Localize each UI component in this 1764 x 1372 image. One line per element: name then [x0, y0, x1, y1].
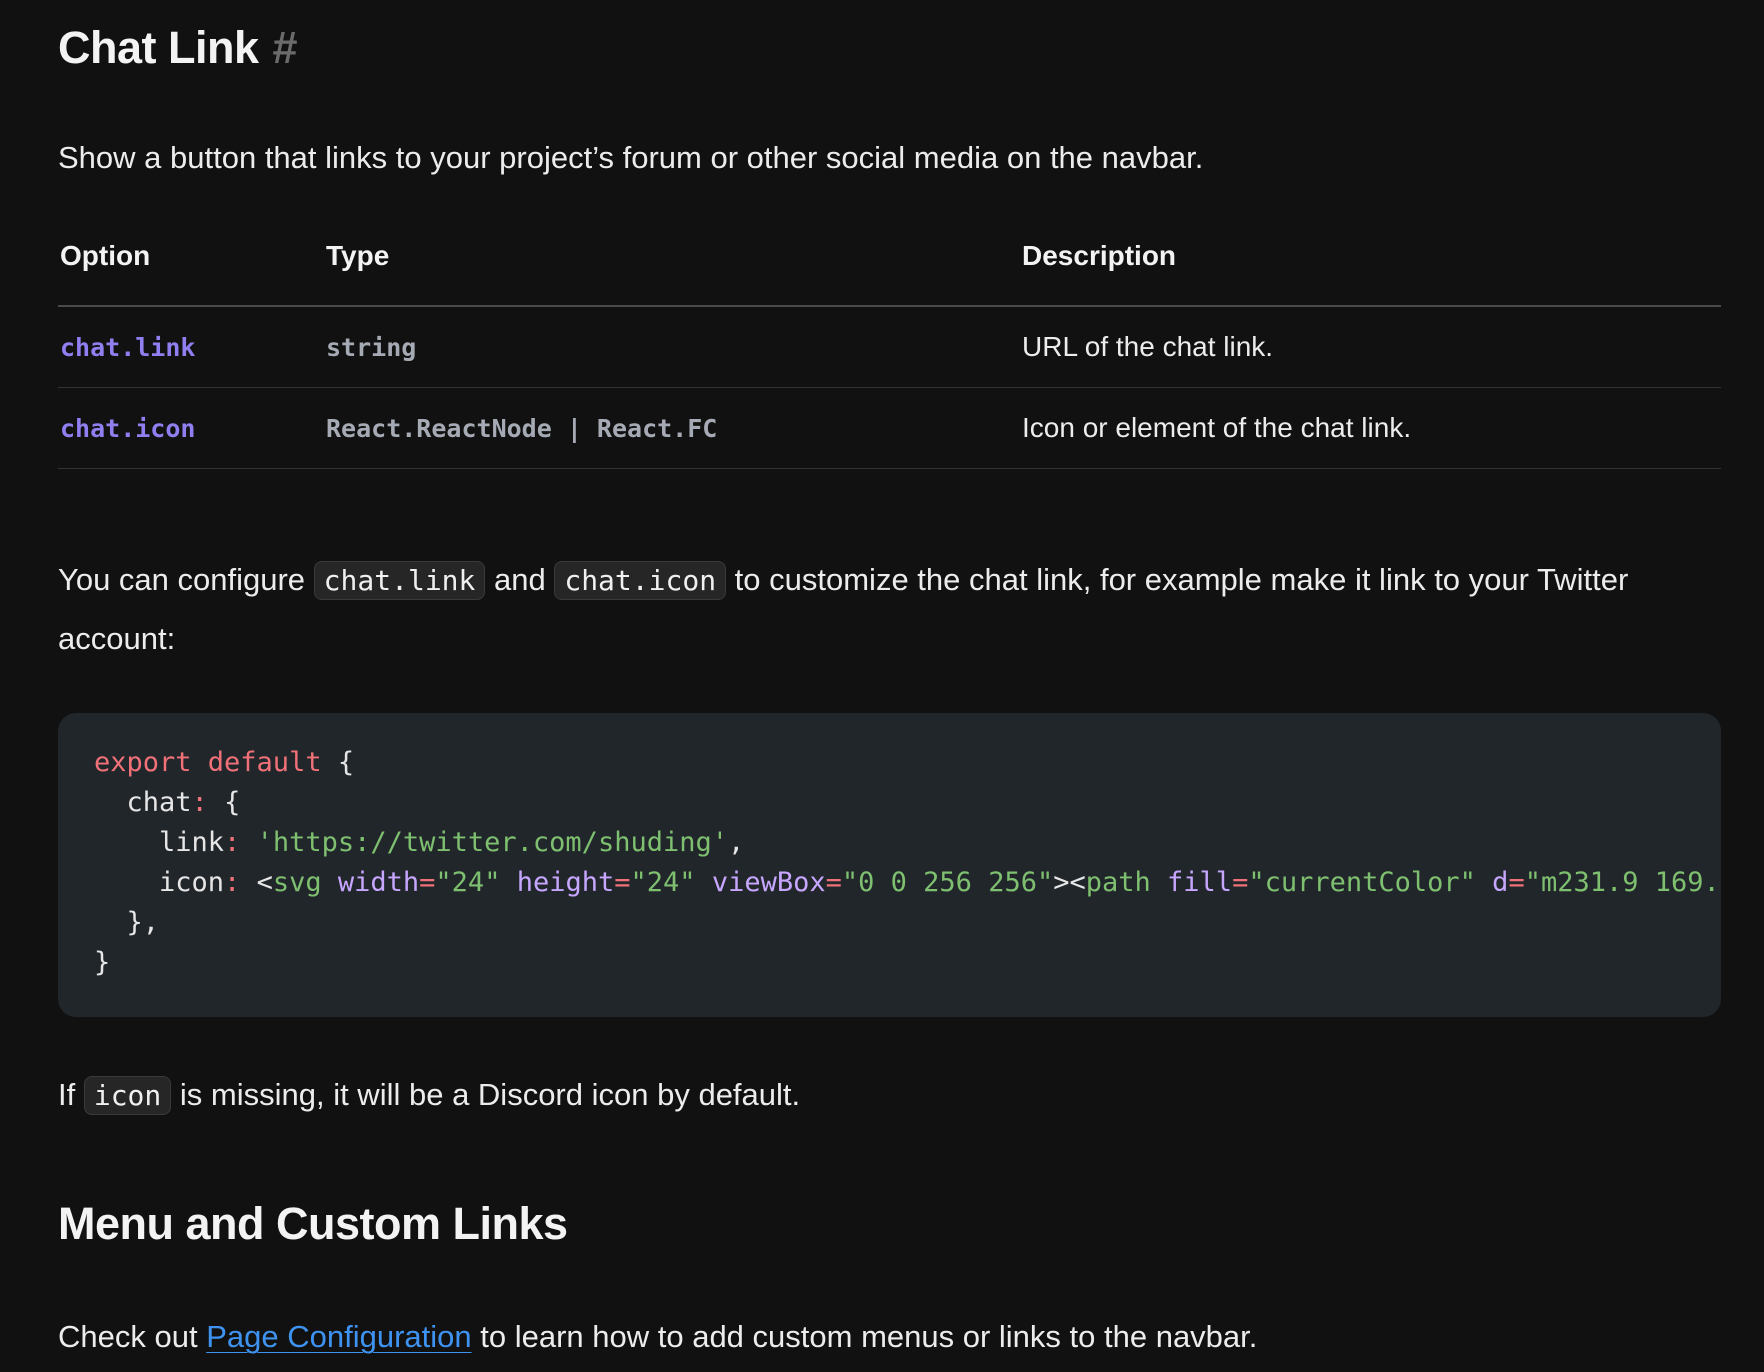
code-token: viewBox — [711, 867, 826, 898]
heading-anchor-link[interactable]: # — [273, 22, 298, 73]
text: You can configure — [58, 562, 314, 597]
inline-code: icon — [83, 1076, 172, 1115]
code-token: svg — [272, 867, 322, 898]
code-token: , — [727, 827, 745, 858]
option-name: chat.icon — [60, 414, 196, 443]
inline-code: chat.icon — [554, 561, 727, 600]
missing-icon-note: If icon is missing, it will be a Discord… — [58, 1066, 800, 1125]
code-token: "m231.9 169.8l-94 — [1524, 867, 1721, 898]
code-token: link — [94, 827, 225, 858]
options-table: Option Type Description chat.link string… — [58, 240, 1721, 469]
text: Check out — [58, 1319, 207, 1354]
code-token: path — [1085, 867, 1151, 898]
text: is missing, it will be a Discord icon by… — [171, 1077, 801, 1112]
table-header-row: Option Type Description — [58, 240, 1721, 307]
code-token: }, — [94, 907, 160, 938]
code-token: width — [337, 867, 420, 898]
section-heading-chat-link: Chat Link # — [58, 18, 298, 78]
option-description: Icon or element of the chat link. — [1020, 387, 1721, 469]
code-token: fill — [1167, 867, 1233, 898]
page-configuration-link[interactable]: Page Configuration — [206, 1319, 471, 1354]
configure-paragraph: You can configure chat.link and chat.ico… — [58, 551, 1721, 668]
code-token: } — [94, 947, 111, 978]
code-content: export default { chat: { link: 'https://… — [94, 743, 1721, 983]
code-block[interactable]: export default { chat: { link: 'https://… — [58, 713, 1721, 1017]
table-row: chat.icon React.ReactNode | React.FC Ico… — [58, 387, 1721, 469]
code-token: chat — [94, 787, 192, 818]
text: If — [58, 1077, 84, 1112]
code-token: { — [321, 747, 355, 778]
chat-link-intro: Show a button that links to your project… — [58, 140, 1204, 175]
code-token: >< — [1053, 867, 1086, 898]
code-token: "24" — [630, 867, 696, 898]
option-name: chat.link — [60, 333, 196, 362]
header-option: Option — [58, 240, 324, 307]
code-token: icon — [94, 867, 225, 898]
option-description: URL of the chat link. — [1020, 306, 1721, 388]
code-token: export default — [94, 747, 322, 778]
section-heading-menu-links: Menu and Custom Links — [58, 1198, 568, 1249]
inline-code: chat.link — [313, 561, 486, 600]
table-row: chat.link string URL of the chat link. — [58, 306, 1721, 388]
header-type: Type — [324, 240, 1020, 307]
text: and — [485, 562, 555, 597]
code-token: { — [207, 787, 241, 818]
code-token: height — [516, 867, 615, 898]
code-token: 'https://twitter.com/shuding' — [256, 827, 728, 858]
heading-text: Chat Link — [58, 22, 259, 73]
code-token: "currentColor" — [1248, 867, 1476, 898]
header-description: Description — [1020, 240, 1721, 307]
code-token: "24" — [435, 867, 501, 898]
code-token: d — [1492, 867, 1509, 898]
menu-links-paragraph: Check out Page Configuration to learn ho… — [58, 1308, 1257, 1366]
option-type: string — [326, 333, 417, 362]
option-type: React.ReactNode | React.FC — [326, 414, 718, 443]
code-token: < — [240, 867, 273, 898]
code-token: "0 0 256 256" — [841, 867, 1054, 898]
text: to learn how to add custom menus or link… — [471, 1319, 1258, 1354]
